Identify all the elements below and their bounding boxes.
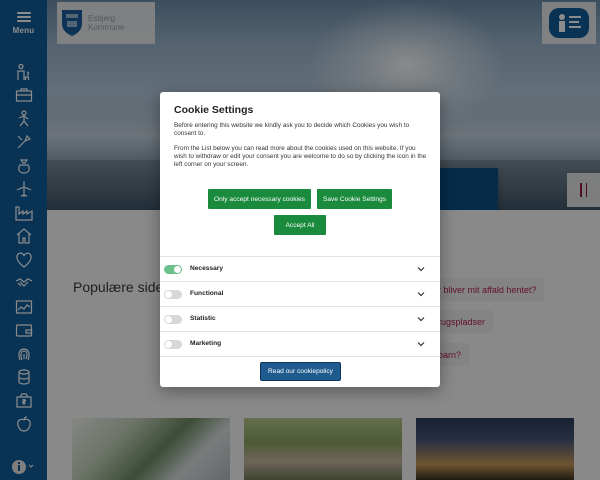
category-row-functional[interactable]: Functional <box>160 282 440 307</box>
marketing-toggle[interactable] <box>164 340 182 349</box>
category-row-marketing[interactable]: Marketing <box>160 332 440 357</box>
category-row-statistic[interactable]: Statistic <box>160 307 440 332</box>
accept-all-button[interactable]: Accept All <box>274 215 326 235</box>
category-label: Functional <box>190 290 224 297</box>
read-cookie-policy-button[interactable]: Read our cookiepolicy <box>260 362 341 381</box>
cookie-settings-dialog: Cookie Settings Before entering this web… <box>160 92 440 387</box>
category-row-necessary[interactable]: Necessary <box>160 257 440 282</box>
chevron-down-icon[interactable] <box>416 314 426 324</box>
chevron-down-icon[interactable] <box>416 289 426 299</box>
dialog-intro-text: Before entering this website we kindly a… <box>174 122 410 138</box>
category-label: Marketing <box>190 340 222 347</box>
category-label: Necessary <box>190 265 223 272</box>
chevron-down-icon[interactable] <box>416 339 426 349</box>
category-label: Statistic <box>190 315 216 322</box>
dialog-title: Cookie Settings <box>174 104 254 116</box>
save-settings-button[interactable]: Save Cookie Settings <box>317 189 392 209</box>
chevron-down-icon[interactable] <box>416 264 426 274</box>
statistic-toggle[interactable] <box>164 315 182 324</box>
only-necessary-button[interactable]: Only accept necessary cookies <box>208 189 311 209</box>
necessary-toggle[interactable] <box>164 265 182 274</box>
dialog-info-text: From the List below you can read more ab… <box>174 145 427 169</box>
functional-toggle[interactable] <box>164 290 182 299</box>
